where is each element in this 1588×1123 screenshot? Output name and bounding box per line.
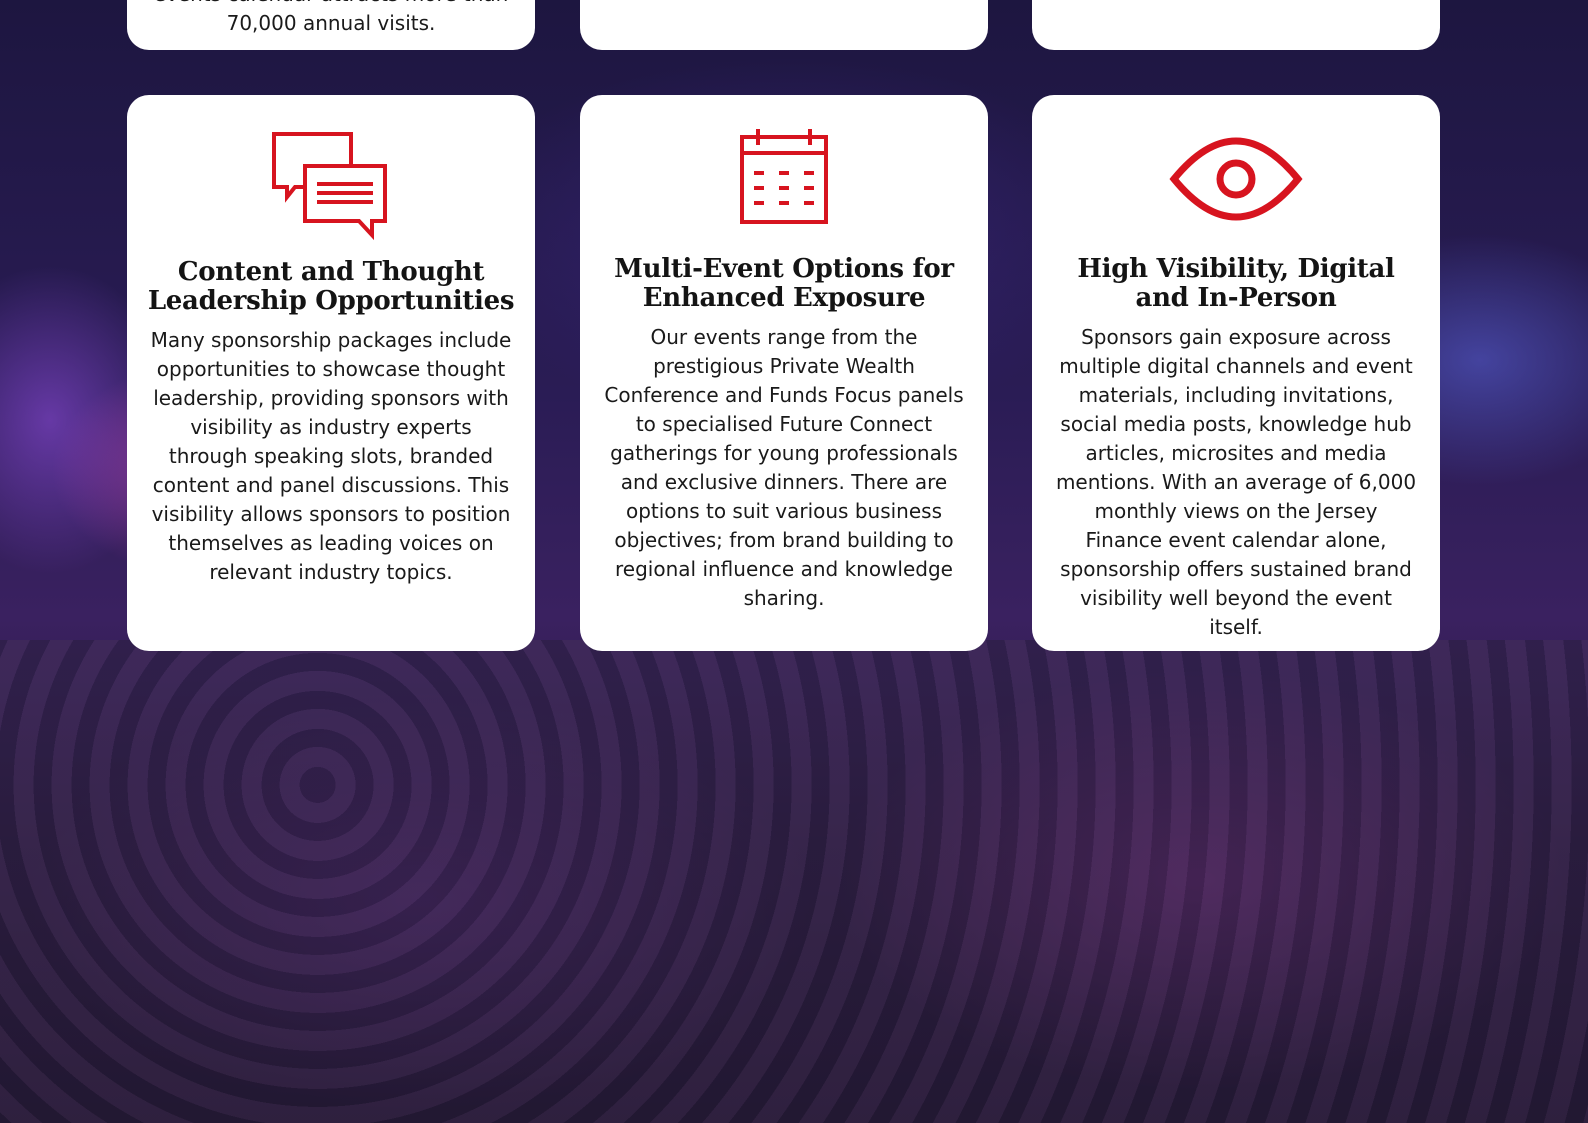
eye-icon <box>1169 133 1303 229</box>
chat-bubbles-icon <box>271 131 391 245</box>
calendar-icon <box>738 127 830 231</box>
feature-card-high-visibility: High Visibility, Digital and In-Person S… <box>1032 95 1440 651</box>
card-body: Sponsors gain exposure across multiple d… <box>1055 325 1417 639</box>
top-card-1: events calendar attracts more than 70,00… <box>127 0 535 50</box>
card-title: High Visibility, Digital and In-Person <box>1077 254 1395 313</box>
audience-seating-area <box>0 640 1588 1123</box>
card-title: Content and Thought Leadership Opportuni… <box>147 257 515 316</box>
card-body: Many sponsorship packages include opport… <box>150 328 512 584</box>
feature-card-multi-event: Multi-Event Options for Enhanced Exposur… <box>580 95 988 651</box>
top-card-3 <box>1032 0 1440 50</box>
feature-card-content-leadership: Content and Thought Leadership Opportuni… <box>127 95 535 651</box>
top-card-2 <box>580 0 988 50</box>
card-title: Multi-Event Options for Enhanced Exposur… <box>614 254 954 313</box>
card-body: Our events range from the prestigious Pr… <box>604 325 964 610</box>
top-card-1-text: events calendar attracts more than 70,00… <box>154 0 509 35</box>
